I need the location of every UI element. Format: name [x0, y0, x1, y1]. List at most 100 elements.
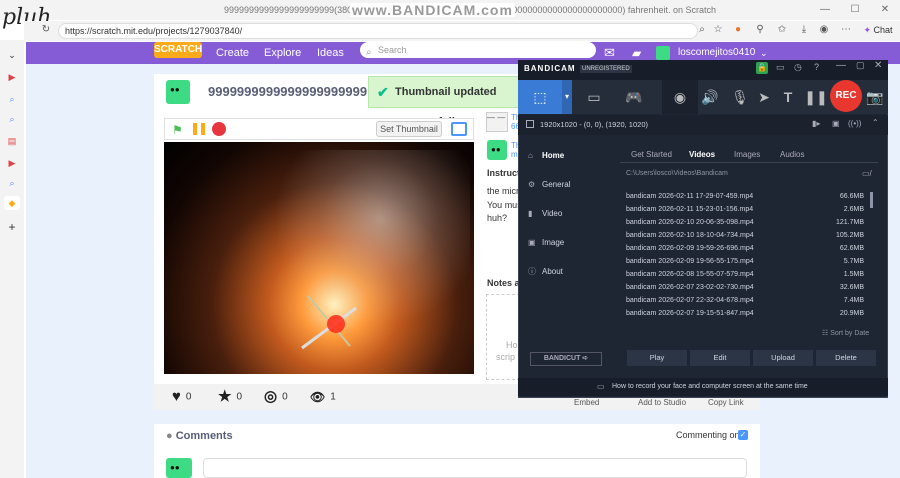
favorite-stat[interactable]: ★ 0	[218, 389, 242, 406]
menu-dots-icon[interactable]: ⋯	[838, 22, 854, 38]
folder-icon[interactable]: ▭	[776, 62, 785, 73]
project-title[interactable]: 9999999999999999999999	[208, 84, 376, 99]
green-flag-icon[interactable]: ⚑	[172, 123, 183, 137]
copy-link[interactable]: Copy Link	[708, 398, 744, 407]
nav-ideas[interactable]: Ideas	[317, 42, 344, 64]
favorites-icon[interactable]: ✩	[774, 22, 790, 38]
download-icon[interactable]: ⤓	[796, 22, 812, 38]
commenting-checkbox[interactable]: ✓	[738, 430, 748, 440]
rec-button[interactable]: REC	[830, 80, 862, 112]
maximize-icon[interactable]: ☐	[840, 0, 870, 20]
remix-thumb-1[interactable]: — —	[486, 112, 508, 132]
sort-by-date[interactable]: ☷ Sort by Date	[822, 329, 869, 337]
record-pause-icon[interactable]: ❚❚	[798, 80, 834, 114]
bandicam-nav-about[interactable]: ⓘ About	[528, 266, 563, 278]
profile-avatar-icon[interactable]: ◉	[816, 22, 832, 38]
add-to-studio-link[interactable]: Add to Studio	[638, 398, 686, 407]
love-stat[interactable]: ♥ 0	[172, 389, 191, 406]
remix-author-avatar[interactable]	[487, 140, 507, 160]
bandicam-minimize-icon[interactable]: —	[836, 60, 846, 71]
delete-button[interactable]: Delete	[816, 350, 876, 366]
screen-record-mode-icon[interactable]: ⬚	[518, 80, 562, 114]
tab-audios[interactable]: Audios	[780, 150, 804, 159]
upload-button[interactable]: Upload	[753, 350, 813, 366]
audio-icon[interactable]: ((•))	[848, 119, 861, 128]
scratch-logo[interactable]: SCRATCH	[154, 42, 202, 58]
help-icon[interactable]: ?	[814, 62, 819, 72]
sidebar-add-icon[interactable]: +	[4, 220, 20, 234]
nav-explore[interactable]: Explore	[264, 42, 301, 64]
notes-box[interactable]	[486, 294, 520, 380]
instructions-label: Instruct	[487, 168, 521, 178]
tab-get-started[interactable]: Get Started	[631, 150, 672, 159]
collapse-chevron-icon[interactable]: ⌄	[4, 48, 20, 62]
minimize-icon[interactable]: —	[810, 0, 840, 20]
pause-icon[interactable]	[193, 123, 205, 135]
url-field[interactable]: https://scratch.mit.edu/projects/1279037…	[58, 23, 698, 39]
tab-videos[interactable]: Videos	[689, 150, 715, 159]
bandicam-nav-home[interactable]: ⌂ Home	[528, 150, 564, 162]
comment-input[interactable]	[203, 458, 747, 478]
sidebar-youtube-icon-2[interactable]: ▶	[4, 156, 20, 170]
bandicut-button[interactable]: BANDICUT ➪	[530, 352, 602, 366]
play-button[interactable]: Play	[627, 350, 687, 366]
bandicam-restore-icon[interactable]: ▢	[856, 60, 865, 71]
sidebar-youtube-icon[interactable]: ▶	[4, 70, 20, 84]
reload-icon[interactable]: ↻	[38, 22, 54, 38]
tab-images[interactable]: Images	[734, 150, 760, 159]
collapse-icon[interactable]: ⌃	[872, 118, 879, 127]
screenshot-camera-icon[interactable]: 📷	[862, 80, 888, 114]
close-icon[interactable]: ✕	[870, 0, 900, 20]
edit-button[interactable]: Edit	[690, 350, 750, 366]
file-row[interactable]: bandicam 2026-02-09 19-59-26-696.mp4 62.6…	[626, 242, 864, 255]
sidebar-scratch-icon[interactable]: ◆	[4, 196, 20, 210]
bandicam-nav-image[interactable]: ▣ Image	[528, 237, 564, 249]
file-list-scrollbar[interactable]	[870, 192, 873, 208]
home-icon: ⌂	[528, 151, 533, 160]
file-row[interactable]: bandicam 2026-02-07 23-02-02-730.mp4 32.6…	[626, 281, 864, 294]
copilot-icon: ✦	[863, 25, 871, 35]
comments-title: Comments	[175, 430, 233, 442]
image-icon[interactable]: ▣	[832, 119, 840, 128]
favorite-star-icon[interactable]: ☆	[710, 22, 726, 38]
extension-icon[interactable]: ●	[730, 22, 746, 38]
nav-create[interactable]: Create	[216, 42, 249, 64]
file-row[interactable]: bandicam 2026-02-10 18-10-04-734.mp4 105.…	[626, 229, 864, 242]
file-row[interactable]: bandicam 2026-02-07 19-15-51-847.mp4 20.9…	[626, 307, 864, 320]
fullscreen-icon[interactable]	[451, 122, 467, 136]
mode-dropdown-icon[interactable]: ▾	[562, 80, 572, 114]
settings-clock-icon[interactable]: ◷	[794, 62, 802, 73]
file-row[interactable]: bandicam 2026-02-07 22-32-04-678.mp4 7.4M…	[626, 294, 864, 307]
sidebar-search-icon-2[interactable]: ⌕	[4, 112, 20, 126]
file-row[interactable]: bandicam 2026-02-10 20-06-35-098.mp4 121.…	[626, 216, 864, 229]
scratch-search-input[interactable]: Search	[360, 42, 596, 58]
notes-placeholder-1: Ho	[506, 340, 518, 350]
hdmi-mode-icon[interactable]: ▭	[576, 80, 612, 114]
bandicam-nav-general[interactable]: ⚙ General	[528, 179, 570, 191]
extensions-puzzle-icon[interactable]: ⚲	[752, 22, 768, 38]
file-row[interactable]: bandicam 2026-02-11 15-23-01-156.mp4 2.6M…	[626, 203, 864, 216]
lock-icon[interactable]: 🔒	[756, 62, 768, 74]
file-row[interactable]: bandicam 2026-02-08 15-55-07-579.mp4 1.5M…	[626, 268, 864, 281]
file-row[interactable]: bandicam 2026-02-11 17-29-07-459.mp4 66.6…	[626, 190, 864, 203]
file-size: 32.6MB	[839, 284, 864, 291]
bandicam-close-icon[interactable]: ✕	[874, 60, 882, 71]
sidebar-search-icon[interactable]: ⌕	[4, 92, 20, 106]
comment-user-avatar	[166, 458, 192, 478]
embed-link[interactable]: Embed	[574, 398, 599, 407]
sidebar-search-icon-3[interactable]: ⌕	[4, 176, 20, 190]
stop-icon[interactable]	[212, 122, 226, 136]
bandicam-footer-tip[interactable]: How to record your face and computer scr…	[518, 378, 888, 396]
set-thumbnail-button[interactable]: Set Thumbnail	[376, 121, 442, 137]
bandicam-nav-video[interactable]: ▮ Video	[528, 208, 562, 220]
sidebar-app-icon[interactable]: ▤	[4, 134, 20, 148]
file-row[interactable]: bandicam 2026-02-09 19-56-55-175.mp4 5.7M…	[626, 255, 864, 268]
game-mode-icon[interactable]: 🎮	[616, 80, 652, 114]
project-author-avatar[interactable]	[166, 80, 190, 104]
zoom-icon[interactable]: ⌕	[694, 22, 710, 38]
region-icon	[526, 120, 534, 128]
open-folder-icon[interactable]: ▭/	[862, 169, 872, 178]
user-avatar[interactable]	[656, 46, 670, 60]
copilot-chat-button[interactable]: ✦ Chat	[858, 22, 898, 38]
video-icon[interactable]: ▮▸	[812, 119, 820, 128]
